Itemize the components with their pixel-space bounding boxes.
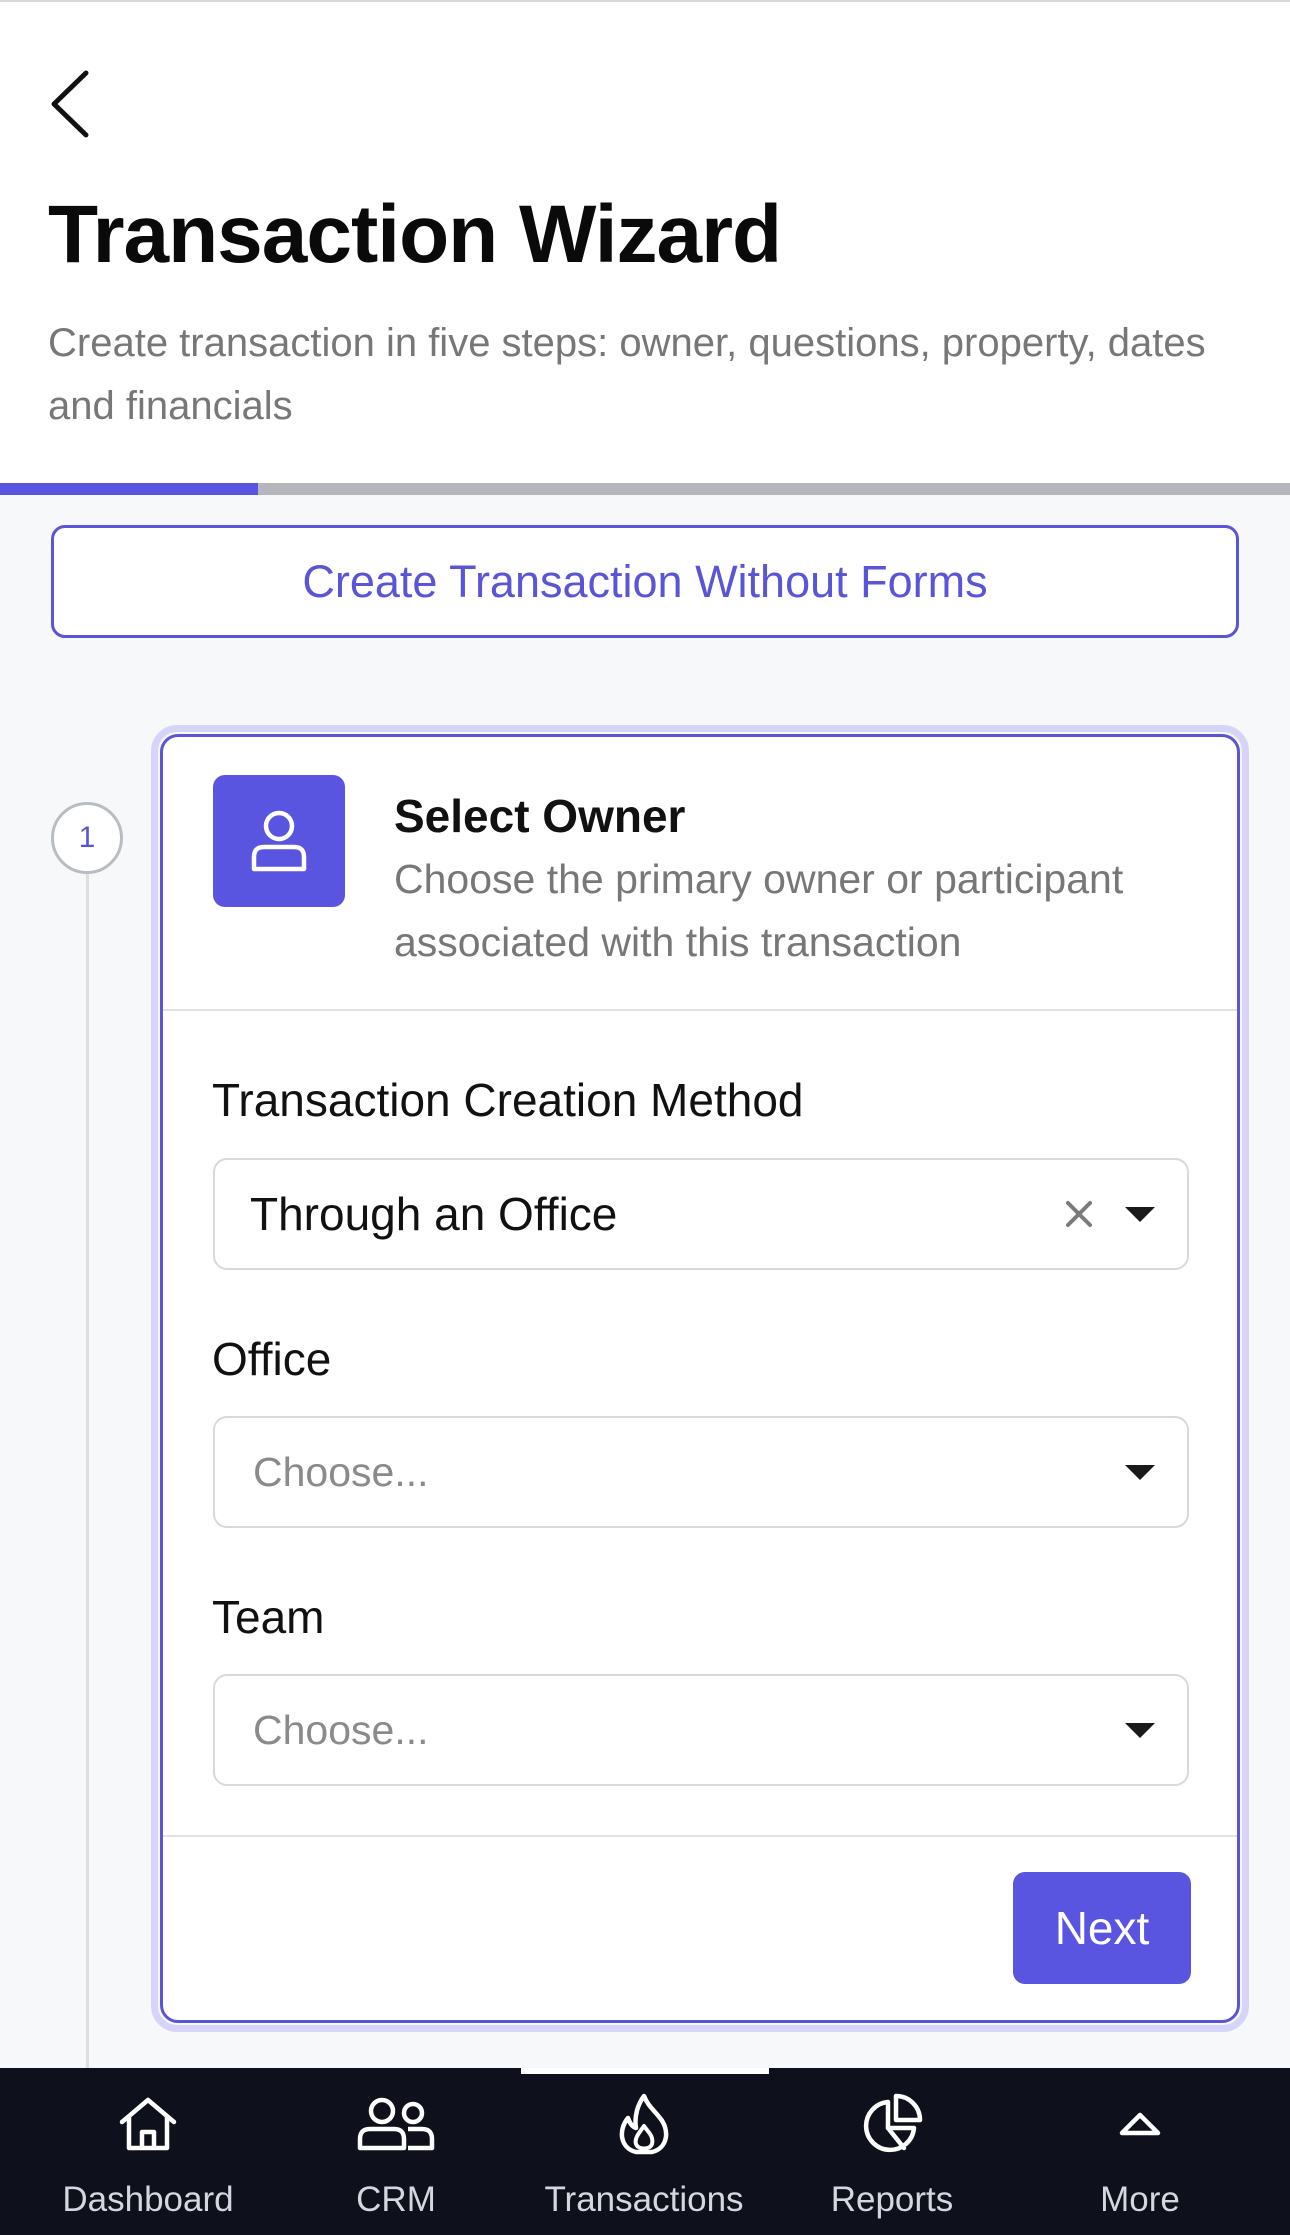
nav-label-reports: Reports — [830, 2180, 954, 2219]
wizard-progress-bar — [0, 483, 1290, 495]
card-header-divider — [163, 1009, 1237, 1011]
chevron-down-icon — [1125, 1723, 1155, 1738]
nav-dashboard[interactable]: Dashboard — [23, 2068, 273, 2235]
select-owner-card: Select Owner Choose the primary owner or… — [160, 734, 1240, 2023]
users-icon — [356, 2088, 436, 2160]
clear-selection-icon[interactable] — [1051, 1184, 1107, 1244]
step-number-badge: 1 — [51, 802, 123, 874]
nav-reports[interactable]: Reports — [767, 2068, 1017, 2235]
office-placeholder: Choose... — [253, 1449, 429, 1495]
team-label: Team — [212, 1591, 325, 1643]
owner-icon-tile — [213, 775, 345, 907]
nav-crm[interactable]: CRM — [271, 2068, 521, 2235]
page-subtitle: Create transaction in five steps: owner,… — [48, 321, 1206, 428]
active-tab-indicator — [521, 2068, 769, 2074]
nav-label-crm: CRM — [356, 2180, 436, 2219]
top-border — [0, 0, 1290, 2]
next-button[interactable]: Next — [1013, 1872, 1191, 1984]
step-description: Choose the primary owner or participant … — [394, 856, 1124, 965]
page-title: Transaction Wizard — [48, 189, 782, 280]
team-select[interactable]: Choose... — [213, 1674, 1189, 1786]
create-without-forms-button[interactable]: Create Transaction Without Forms — [51, 525, 1239, 638]
nav-label-more: More — [1100, 2180, 1180, 2219]
creation-method-label: Transaction Creation Method — [212, 1074, 804, 1126]
nav-more[interactable]: More — [1015, 2068, 1265, 2235]
chevron-down-icon — [1125, 1465, 1155, 1480]
team-placeholder: Choose... — [253, 1707, 429, 1753]
card-footer-divider — [163, 1835, 1237, 1837]
nav-label-transactions: Transactions — [544, 2180, 744, 2219]
nav-label-dashboard: Dashboard — [62, 2180, 234, 2219]
office-select[interactable]: Choose... — [213, 1416, 1189, 1528]
user-icon — [251, 810, 307, 872]
step-connector-line — [86, 874, 89, 2068]
bottom-navigation: Dashboard CRM Transactions Reports More — [0, 2068, 1290, 2235]
back-button[interactable] — [40, 64, 100, 144]
home-icon — [108, 2088, 188, 2160]
office-label: Office — [212, 1333, 332, 1385]
creation-method-value: Through an Office — [250, 1188, 618, 1240]
flame-icon — [604, 2088, 684, 2160]
creation-method-select[interactable]: Through an Office — [213, 1158, 1189, 1270]
chevron-down-icon — [1125, 1207, 1155, 1222]
wizard-progress-fill — [0, 483, 258, 495]
nav-transactions[interactable]: Transactions — [519, 2068, 769, 2235]
chevron-left-icon — [51, 70, 89, 138]
pie-chart-icon — [852, 2088, 932, 2160]
chevron-up-icon — [1100, 2088, 1180, 2160]
step-title: Select Owner — [394, 790, 686, 842]
